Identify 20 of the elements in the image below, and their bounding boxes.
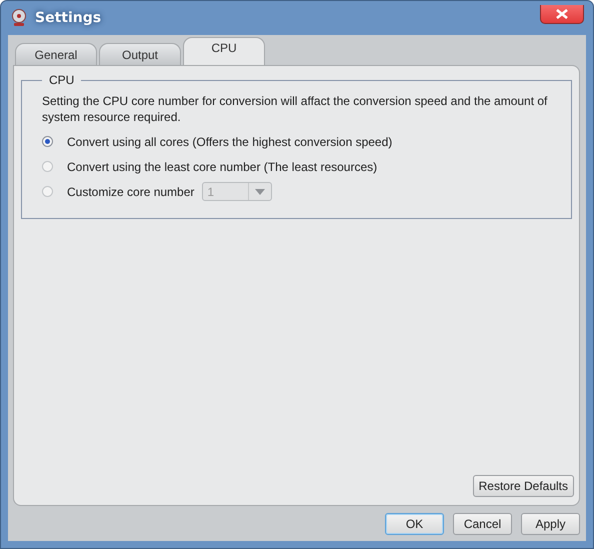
- option-label[interactable]: Convert using the least core number (The least resources): [67, 160, 378, 174]
- tab[interactable]: General: [15, 43, 97, 65]
- radio-button[interactable]: [42, 161, 53, 172]
- disc-icon: [11, 9, 27, 27]
- close-button[interactable]: [540, 4, 584, 24]
- close-icon: [555, 8, 569, 18]
- option-label[interactable]: Customize core number: [67, 184, 194, 198]
- window-title: Settings: [35, 10, 102, 26]
- description-text: Setting the CPU core number for conversion will affact the conversion speed and the amount of system resource required.: [42, 93, 548, 125]
- dialog-button[interactable]: OK: [385, 513, 444, 535]
- restore-defaults-button[interactable]: Restore Defaults: [472, 475, 574, 497]
- dialog-button[interactable]: Apply: [521, 513, 580, 535]
- option-label[interactable]: Convert using all cores (Offers the highest conversion speed): [67, 134, 392, 148]
- group-title: CPU: [48, 73, 76, 87]
- radio-button[interactable]: [42, 186, 53, 197]
- dialog-button[interactable]: Cancel: [453, 513, 512, 535]
- radio-button[interactable]: [42, 136, 53, 147]
- caret-icon: [255, 188, 266, 194]
- tab[interactable]: Output: [99, 43, 181, 65]
- tab[interactable]: CPU: [183, 37, 265, 65]
